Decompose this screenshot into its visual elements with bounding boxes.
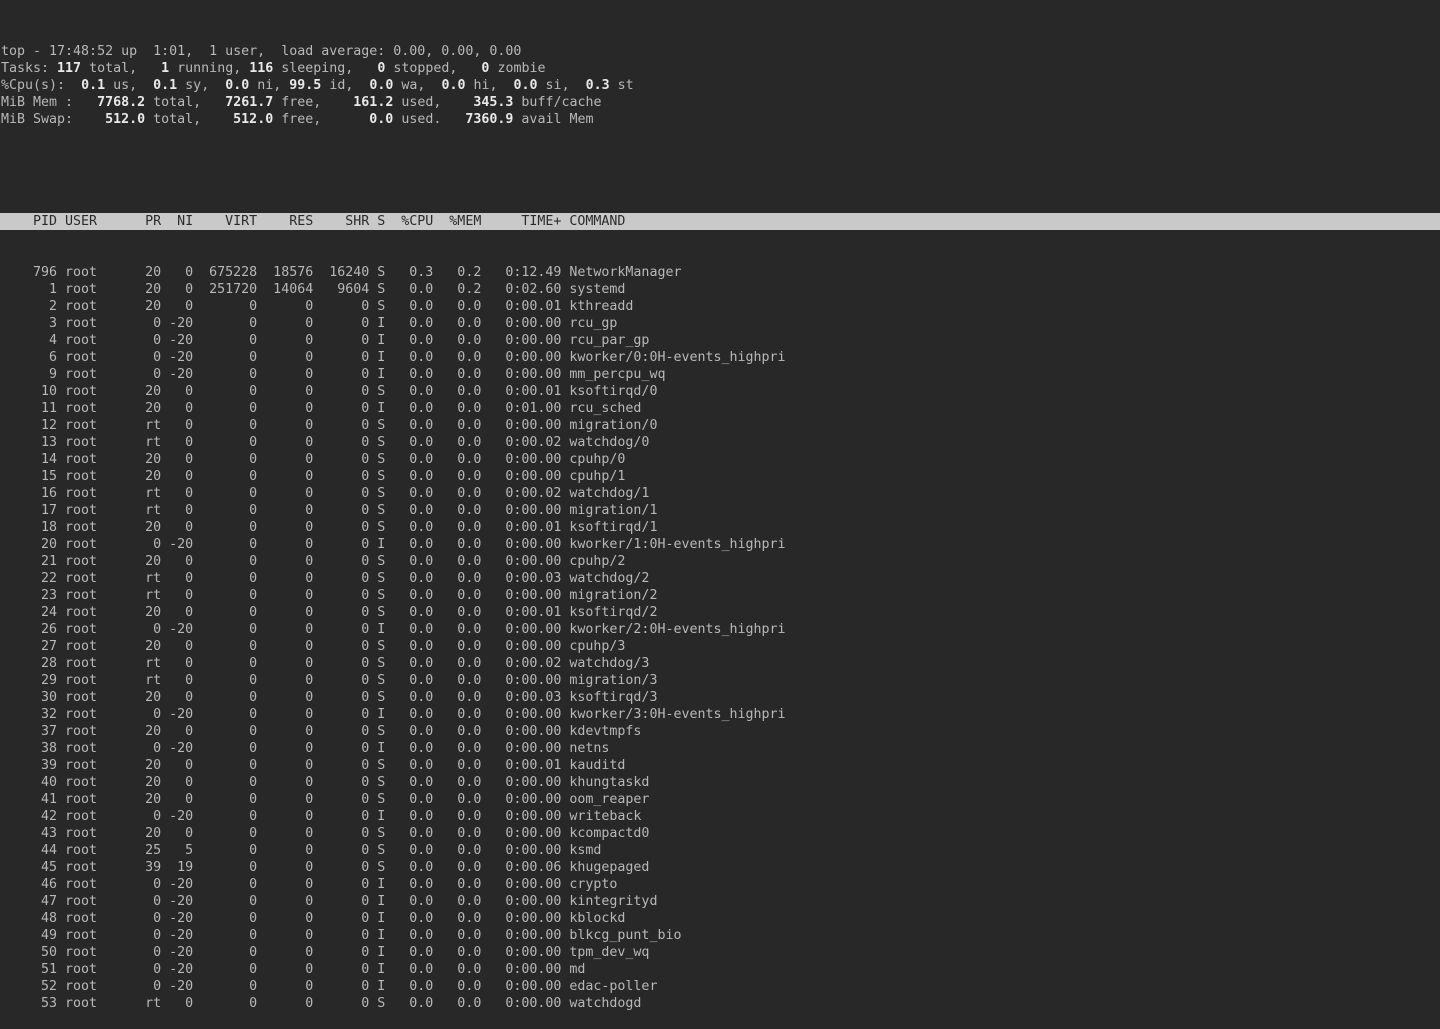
summary-value: 116 [249, 61, 273, 76]
blank-line [0, 162, 1440, 179]
process-row-pid-796: 796 root 20 0 675228 18576 16240 S 0.3 0… [0, 264, 1440, 281]
process-row-pid-29: 29 root rt 0 0 0 0 S 0.0 0.0 0:00.00 mig… [0, 672, 1440, 689]
process-row-pid-15: 15 root 20 0 0 0 0 S 0.0 0.0 0:00.00 cpu… [0, 468, 1440, 485]
process-row-pid-6: 6 root 0 -20 0 0 0 I 0.0 0.0 0:00.00 kwo… [0, 349, 1440, 366]
process-row-pid-45: 45 root 39 19 0 0 0 S 0.0 0.0 0:00.06 kh… [0, 859, 1440, 876]
process-row-pid-10: 10 root 20 0 0 0 0 S 0.0 0.0 0:00.01 kso… [0, 383, 1440, 400]
summary-value: 117 [57, 61, 81, 76]
summary-label: buff/cache [513, 95, 601, 110]
summary-label: si, [538, 78, 586, 93]
summary-value: 0.1 [153, 78, 177, 93]
process-row-pid-30: 30 root 20 0 0 0 0 S 0.0 0.0 0:00.03 kso… [0, 689, 1440, 706]
tasks-line: Tasks: 117 total, 1 running, 116 sleepin… [0, 60, 1440, 77]
summary-value: 99.5 [289, 78, 321, 93]
process-row-pid-23: 23 root rt 0 0 0 0 S 0.0 0.0 0:00.00 mig… [0, 587, 1440, 604]
summary-value: 0.0 [441, 78, 465, 93]
process-row-pid-1: 1 root 20 0 251720 14064 9604 S 0.0 0.2 … [0, 281, 1440, 298]
summary-label: hi, [465, 78, 513, 93]
uptime-line: top - 17:48:52 up 1:01, 1 user, load ave… [0, 43, 1440, 60]
top-summary-area: top - 17:48:52 up 1:01, 1 user, load ave… [0, 43, 1440, 128]
process-row-pid-12: 12 root rt 0 0 0 0 S 0.0 0.0 0:00.00 mig… [0, 417, 1440, 434]
terminal-screen[interactable]: top - 17:48:52 up 1:01, 1 user, load ave… [0, 0, 1440, 883]
summary-label: MiB Swap: [1, 112, 105, 127]
summary-value: 0.1 [81, 78, 105, 93]
process-row-pid-43: 43 root 20 0 0 0 0 S 0.0 0.0 0:00.00 kco… [0, 825, 1440, 842]
summary-label: zombie [489, 61, 545, 76]
summary-label: total, [145, 95, 225, 110]
summary-label: free, [273, 112, 369, 127]
mem-line: MiB Mem : 7768.2 total, 7261.7 free, 161… [0, 94, 1440, 111]
summary-value: 161.2 [353, 95, 393, 110]
summary-label: used. [393, 112, 465, 127]
summary-value: 1 [161, 61, 169, 76]
summary-label: used, [393, 95, 473, 110]
summary-label: free, [273, 95, 353, 110]
summary-label: Tasks: [1, 61, 57, 76]
process-row-pid-40: 40 root 20 0 0 0 0 S 0.0 0.0 0:00.00 khu… [0, 774, 1440, 791]
process-table-header: PID USER PR NI VIRT RES SHR S %CPU %MEM … [0, 213, 1440, 230]
summary-value: 0.0 [225, 78, 249, 93]
process-row-pid-41: 41 root 20 0 0 0 0 S 0.0 0.0 0:00.00 oom… [0, 791, 1440, 808]
process-row-pid-16: 16 root rt 0 0 0 0 S 0.0 0.0 0:00.02 wat… [0, 485, 1440, 502]
summary-value: 512.0 [105, 112, 145, 127]
process-row-pid-50: 50 root 0 -20 0 0 0 I 0.0 0.0 0:00.00 tp… [0, 944, 1440, 961]
summary-value: 345.3 [473, 95, 513, 110]
process-row-pid-20: 20 root 0 -20 0 0 0 I 0.0 0.0 0:00.00 kw… [0, 536, 1440, 553]
process-row-pid-44: 44 root 25 5 0 0 0 S 0.0 0.0 0:00.00 ksm… [0, 842, 1440, 859]
summary-label: sy, [177, 78, 225, 93]
summary-value: 7261.7 [225, 95, 273, 110]
summary-value: 0.3 [586, 78, 610, 93]
summary-label: us, [105, 78, 153, 93]
process-row-pid-37: 37 root 20 0 0 0 0 S 0.0 0.0 0:00.00 kde… [0, 723, 1440, 740]
process-row-pid-42: 42 root 0 -20 0 0 0 I 0.0 0.0 0:00.00 wr… [0, 808, 1440, 825]
summary-label: st [610, 78, 634, 93]
summary-label: MiB Mem : [1, 95, 97, 110]
summary-label: sleeping, [273, 61, 377, 76]
summary-label: id, [321, 78, 369, 93]
summary-label: total, [81, 61, 161, 76]
summary-label: wa, [393, 78, 441, 93]
process-row-pid-14: 14 root 20 0 0 0 0 S 0.0 0.0 0:00.00 cpu… [0, 451, 1440, 468]
swap-line: MiB Swap: 512.0 total, 512.0 free, 0.0 u… [0, 111, 1440, 128]
summary-label: stopped, [385, 61, 481, 76]
process-row-pid-32: 32 root 0 -20 0 0 0 I 0.0 0.0 0:00.00 kw… [0, 706, 1440, 723]
summary-value: 0.0 [369, 78, 393, 93]
summary-label: ni, [249, 78, 289, 93]
process-row-pid-4: 4 root 0 -20 0 0 0 I 0.0 0.0 0:00.00 rcu… [0, 332, 1440, 349]
summary-value: 0.0 [369, 112, 393, 127]
process-row-pid-27: 27 root 20 0 0 0 0 S 0.0 0.0 0:00.00 cpu… [0, 638, 1440, 655]
process-row-pid-47: 47 root 0 -20 0 0 0 I 0.0 0.0 0:00.00 ki… [0, 893, 1440, 910]
summary-label: avail Mem [513, 112, 593, 127]
process-row-pid-13: 13 root rt 0 0 0 0 S 0.0 0.0 0:00.02 wat… [0, 434, 1440, 451]
summary-label: running, [169, 61, 249, 76]
summary-label: %Cpu(s): [1, 78, 81, 93]
summary-label: top - 17:48:52 up 1:01, 1 user, load ave… [1, 44, 521, 59]
process-row-pid-51: 51 root 0 -20 0 0 0 I 0.0 0.0 0:00.00 md [0, 961, 1440, 978]
process-row-pid-26: 26 root 0 -20 0 0 0 I 0.0 0.0 0:00.00 kw… [0, 621, 1440, 638]
process-row-pid-18: 18 root 20 0 0 0 0 S 0.0 0.0 0:00.01 kso… [0, 519, 1440, 536]
summary-value: 512.0 [233, 112, 273, 127]
process-row-pid-17: 17 root rt 0 0 0 0 S 0.0 0.0 0:00.00 mig… [0, 502, 1440, 519]
summary-value: 7360.9 [465, 112, 513, 127]
process-row-pid-11: 11 root 20 0 0 0 0 I 0.0 0.0 0:01.00 rcu… [0, 400, 1440, 417]
summary-label: total, [145, 112, 233, 127]
process-row-pid-2: 2 root 20 0 0 0 0 S 0.0 0.0 0:00.01 kthr… [0, 298, 1440, 315]
process-row-pid-3: 3 root 0 -20 0 0 0 I 0.0 0.0 0:00.00 rcu… [0, 315, 1440, 332]
process-row-pid-39: 39 root 20 0 0 0 0 S 0.0 0.0 0:00.01 kau… [0, 757, 1440, 774]
summary-value: 7768.2 [97, 95, 145, 110]
process-row-pid-22: 22 root rt 0 0 0 0 S 0.0 0.0 0:00.03 wat… [0, 570, 1440, 587]
process-row-pid-21: 21 root 20 0 0 0 0 S 0.0 0.0 0:00.00 cpu… [0, 553, 1440, 570]
cpu-line: %Cpu(s): 0.1 us, 0.1 sy, 0.0 ni, 99.5 id… [0, 77, 1440, 94]
process-row-pid-48: 48 root 0 -20 0 0 0 I 0.0 0.0 0:00.00 kb… [0, 910, 1440, 927]
summary-value: 0.0 [514, 78, 538, 93]
process-row-pid-52: 52 root 0 -20 0 0 0 I 0.0 0.0 0:00.00 ed… [0, 978, 1440, 995]
process-row-pid-46: 46 root 0 -20 0 0 0 I 0.0 0.0 0:00.00 cr… [0, 876, 1440, 893]
process-row-pid-9: 9 root 0 -20 0 0 0 I 0.0 0.0 0:00.00 mm_… [0, 366, 1440, 383]
process-row-pid-53: 53 root rt 0 0 0 0 S 0.0 0.0 0:00.00 wat… [0, 995, 1440, 1012]
process-table-rows: 796 root 20 0 675228 18576 16240 S 0.3 0… [0, 264, 1440, 1012]
process-row-pid-38: 38 root 0 -20 0 0 0 I 0.0 0.0 0:00.00 ne… [0, 740, 1440, 757]
process-row-pid-49: 49 root 0 -20 0 0 0 I 0.0 0.0 0:00.00 bl… [0, 927, 1440, 944]
process-row-pid-24: 24 root 20 0 0 0 0 S 0.0 0.0 0:00.01 kso… [0, 604, 1440, 621]
process-row-pid-28: 28 root rt 0 0 0 0 S 0.0 0.0 0:00.02 wat… [0, 655, 1440, 672]
